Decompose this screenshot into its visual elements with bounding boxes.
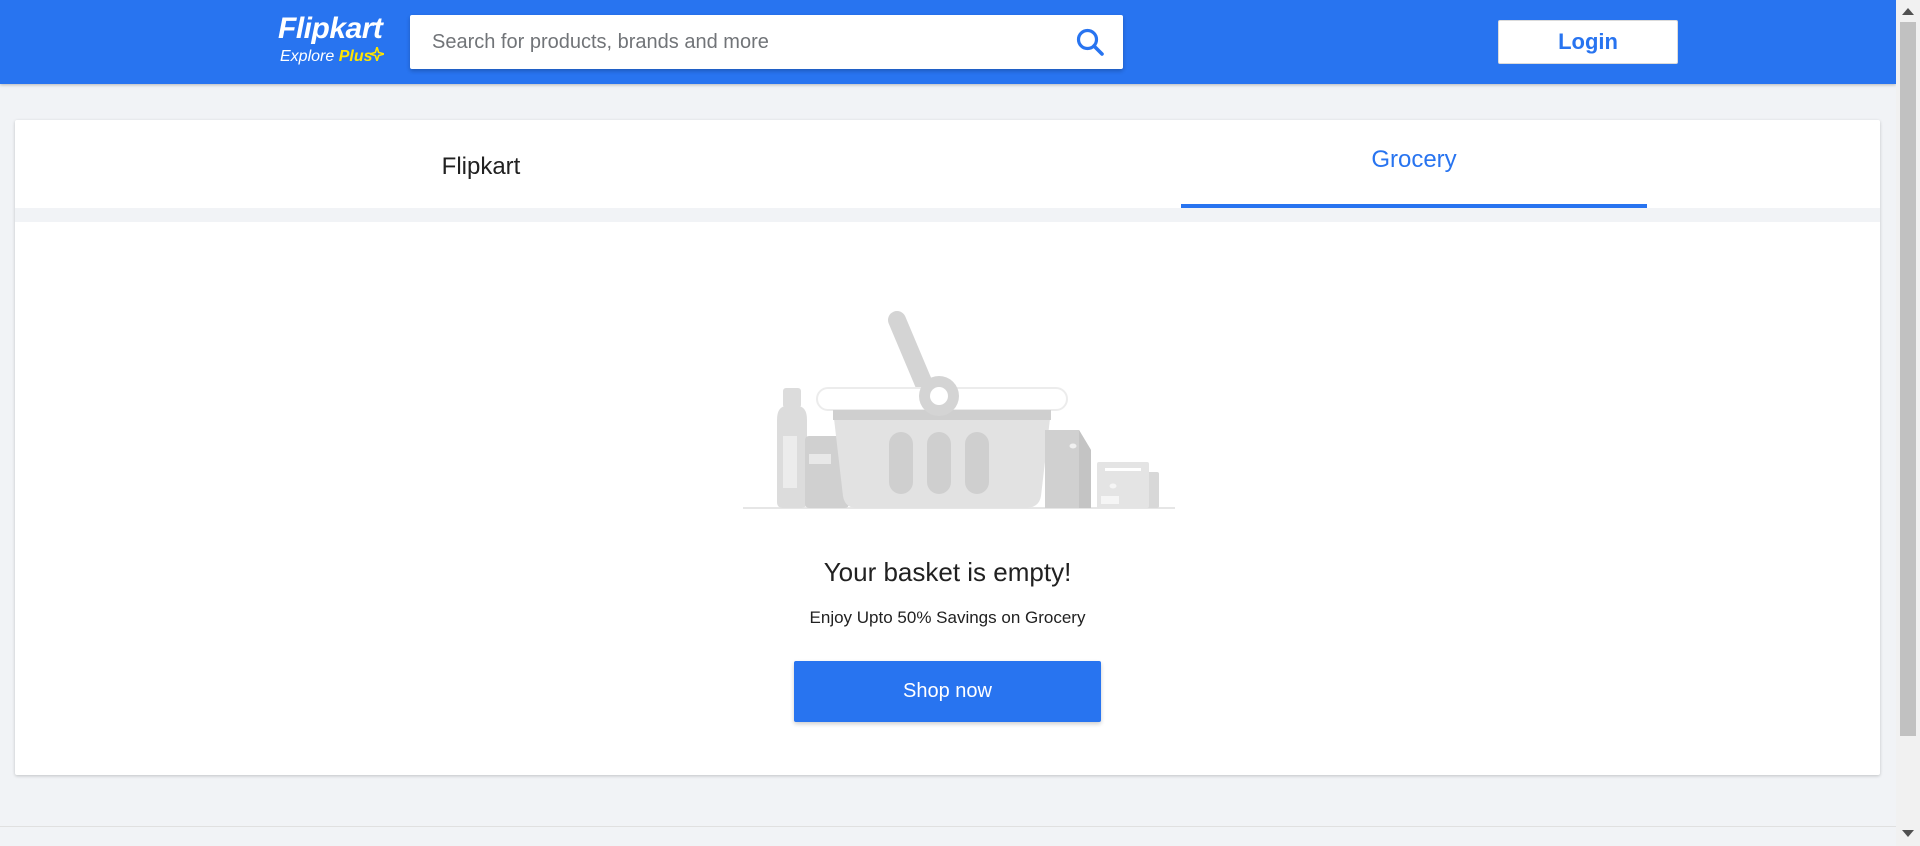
- search-button[interactable]: [1075, 27, 1105, 57]
- page-bottom-divider: [0, 826, 1896, 827]
- basket-tabs: Flipkart Grocery: [15, 120, 1880, 208]
- empty-basket-icon: [743, 311, 1175, 509]
- vertical-scrollbar[interactable]: [1896, 0, 1920, 846]
- search-icon: [1076, 28, 1104, 56]
- tab-flipkart[interactable]: Flipkart: [15, 120, 947, 208]
- plus-star-icon: [370, 47, 384, 61]
- top-header: Flipkart Explore Plus Login: [0, 0, 1896, 84]
- search-bar: [410, 15, 1123, 69]
- flipkart-logo[interactable]: Flipkart Explore Plus: [278, 12, 394, 68]
- scroll-up-icon[interactable]: [1902, 8, 1914, 15]
- tab-grocery[interactable]: Grocery: [1181, 120, 1647, 208]
- tab-divider: [15, 208, 1880, 222]
- login-button[interactable]: Login: [1498, 20, 1678, 64]
- empty-basket-subtitle: Enjoy Upto 50% Savings on Grocery: [809, 608, 1086, 627]
- scroll-thumb[interactable]: [1900, 22, 1916, 736]
- basket-card: Flipkart Grocery Your basket is empty! E…: [15, 120, 1880, 775]
- logo-tagline: Explore Plus: [280, 48, 373, 66]
- search-input[interactable]: [432, 15, 1052, 69]
- logo-tagline-plus: Plus: [338, 48, 373, 65]
- logo-brand: Flipkart: [278, 12, 383, 45]
- scroll-down-icon[interactable]: [1902, 830, 1914, 837]
- logo-tagline-prefix: Explore: [280, 48, 335, 65]
- empty-basket-title: Your basket is empty!: [823, 557, 1072, 587]
- shop-now-button[interactable]: Shop now: [794, 661, 1101, 722]
